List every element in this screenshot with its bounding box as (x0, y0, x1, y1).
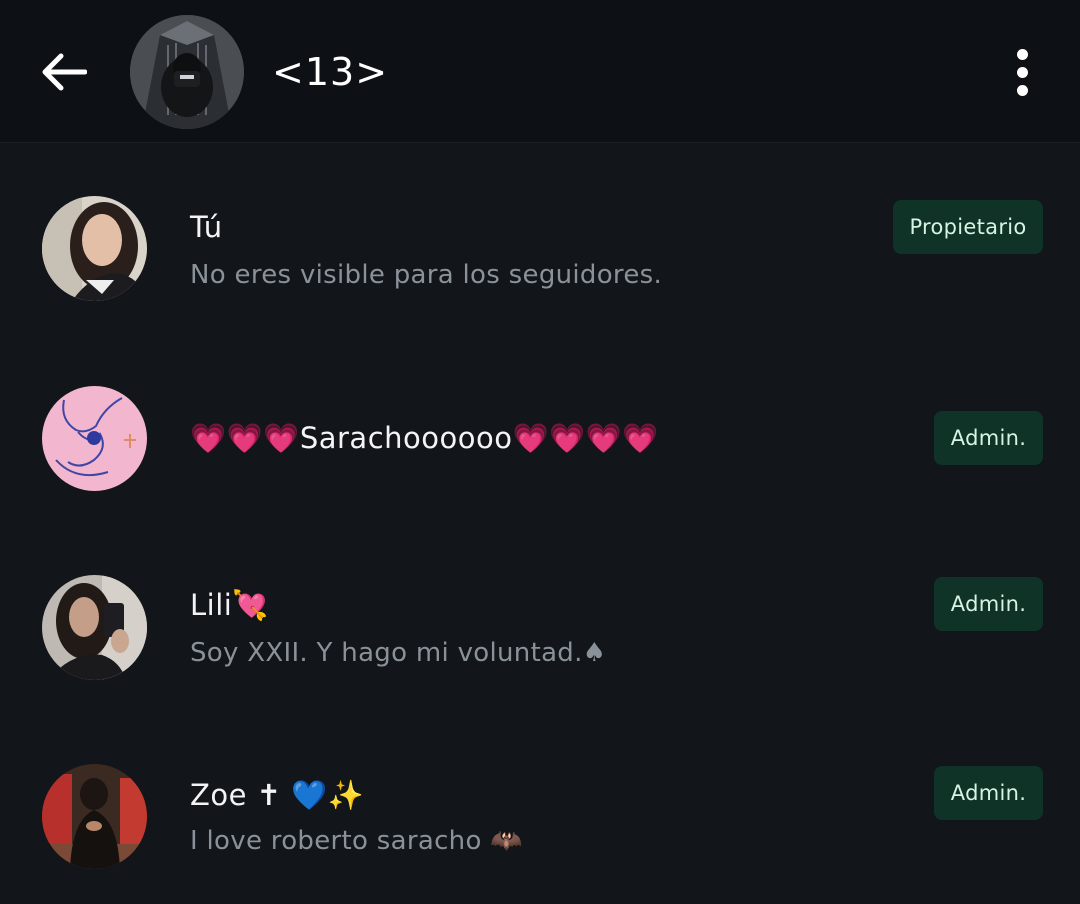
role-badge-owner: Propietario (893, 200, 1043, 254)
role-badge-admin: Admin. (934, 577, 1043, 631)
arrow-left-icon (42, 53, 87, 91)
member-row[interactable]: Lili💘 Soy XXII. Y hago mi voluntad.♠ Adm… (0, 570, 1080, 690)
back-button[interactable] (34, 42, 94, 102)
overflow-menu-button[interactable] (996, 42, 1048, 102)
member-avatar (42, 764, 147, 869)
member-row[interactable]: Tú No eres visible para los seguidores. … (0, 190, 1080, 320)
member-status: Soy XXII. Y hago mi voluntad.♠ (190, 638, 607, 668)
role-badge-admin: Admin. (934, 766, 1043, 820)
member-name: Lili💘 (190, 588, 269, 622)
role-badge-admin: Admin. (934, 411, 1043, 465)
group-avatar-image (130, 15, 244, 129)
member-avatar (42, 575, 147, 680)
member-row[interactable]: 💗💗💗Sarachoooooo💗💗💗💗 Admin. (0, 383, 1080, 498)
member-name: Zoe ✝ 💙✨ (190, 778, 365, 812)
top-app-bar: <13> (0, 0, 1080, 143)
member-avatar (42, 386, 147, 491)
member-avatar (42, 196, 147, 301)
group-members-screen: <13> Tú No eres visible para los seguido… (0, 0, 1080, 904)
group-avatar[interactable] (130, 15, 244, 129)
member-status: I love roberto saracho 🦇 (190, 826, 523, 856)
member-row[interactable]: Zoe ✝ 💙✨ I love roberto saracho 🦇 Admin. (0, 760, 1080, 880)
member-name: Tú (190, 210, 223, 244)
more-vertical-icon (1016, 48, 1028, 60)
member-name: 💗💗💗Sarachoooooo💗💗💗💗 (190, 421, 659, 455)
more-vertical-icon-dot (1016, 84, 1028, 96)
group-title: <13> (272, 50, 389, 94)
more-vertical-icon-dot (1016, 66, 1028, 78)
member-status: No eres visible para los seguidores. (190, 260, 663, 290)
